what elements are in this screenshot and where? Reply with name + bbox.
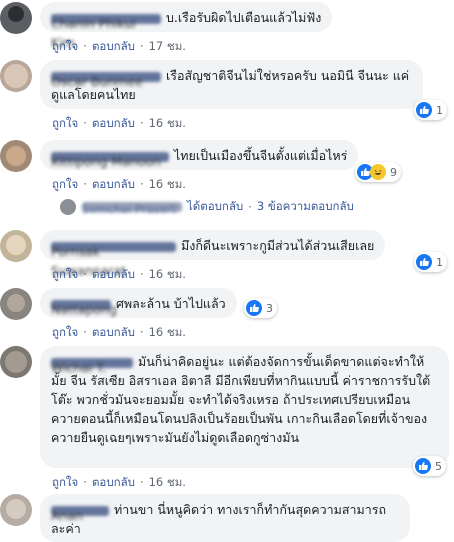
comment-time[interactable]: 16 ชม.	[149, 177, 186, 191]
like-link[interactable]: ถูกใจ	[52, 116, 78, 130]
comment-actions: ถูกใจ · ตอบกลับ · 16 ชม.	[52, 267, 186, 281]
comment-time[interactable]: 16 ชม.	[149, 116, 186, 130]
like-reaction-icon	[246, 300, 262, 316]
comment-actions: ถูกใจ · ตอบกลับ · 16 ชม.	[52, 116, 186, 130]
like-link[interactable]: ถูกใจ	[52, 177, 78, 191]
comment-text: มันก็น่าคิดอยู่นะ แต่ต้องจัดการขั้นเด็ดข…	[51, 354, 431, 445]
comment-text: มึงก็ดีนะเพราะกูมีส่วนได้ส่วนเสียเลย	[181, 238, 375, 253]
comment-actions: ถูกใจ · ตอบกลับ · 16 ชม.	[52, 325, 186, 339]
reply-link[interactable]: ตอบกลับ	[92, 39, 135, 53]
reaction-count: 1	[436, 103, 443, 117]
like-link[interactable]: ถูกใจ	[52, 39, 78, 53]
reply-link[interactable]: ตอบกลับ	[92, 177, 135, 191]
comment-actions: ถูกใจ · ตอบกลับ · 16 ชม.	[52, 475, 186, 489]
reply-link[interactable]: ตอบกลับ	[92, 116, 135, 130]
avatar[interactable]	[0, 346, 32, 378]
comment-author[interactable]: Oscar Bunmee	[51, 71, 161, 89]
haha-reaction-icon	[370, 164, 386, 180]
reply-link[interactable]: ตอบกลับ	[92, 475, 135, 489]
like-reaction-icon	[416, 102, 432, 118]
comment-bubble: Kittipong Manoon ไทยเป็นเมืองขึ้นจีนตั้งแ…	[40, 140, 359, 170]
avatar[interactable]	[0, 2, 32, 34]
comment-bubble: Wichai T. มันก็น่าคิดอยู่นะ แต่ต้องจัดการ…	[40, 346, 449, 468]
replied-label: ได้ตอบกลับ	[187, 199, 244, 213]
reaction-summary[interactable]: 9	[355, 162, 401, 182]
comment-bubble: Anan ท่านขา นี่หนูคิดว่า ทางเราก็ทำกันสุด…	[40, 494, 410, 542]
avatar[interactable]	[0, 60, 32, 92]
reply-avatar	[60, 199, 76, 215]
like-link[interactable]: ถูกใจ	[52, 267, 78, 281]
like-reaction-icon	[416, 254, 432, 270]
comment-author[interactable]: Chanin Phikul Kim	[51, 13, 161, 50]
avatar[interactable]	[0, 288, 32, 320]
comment-time[interactable]: 16 ชม.	[149, 267, 186, 281]
comment-author[interactable]: Kittipong Manoon	[51, 151, 169, 169]
reply-link[interactable]: ตอบกลับ	[92, 325, 135, 339]
reaction-summary[interactable]: 3	[244, 298, 277, 318]
reaction-summary[interactable]: 1	[414, 100, 447, 120]
reaction-count: 1	[436, 255, 443, 269]
comment-text: บ.เรือรับผิดไปเตือนแล้วไม่ฟัง	[166, 10, 322, 25]
reply-count: 3 ข้อความตอบกลับ	[256, 199, 354, 213]
comment-author[interactable]: Anan	[51, 505, 109, 523]
avatar[interactable]	[0, 140, 32, 172]
comment-time[interactable]: 16 ชม.	[149, 475, 186, 489]
like-reaction-icon	[415, 458, 431, 474]
reply-author: Somchai Prasert	[82, 202, 182, 216]
reaction-count: 3	[266, 301, 273, 315]
avatar[interactable]	[0, 230, 32, 262]
reaction-count: 9	[390, 165, 397, 179]
comment-actions: ถูกใจ · ตอบกลับ · 16 ชม.	[52, 177, 186, 191]
comment-author[interactable]: Pornsak Suwannarat	[51, 241, 176, 278]
comment-bubble: Pornsak Suwannarat มึงก็ดีนะเพราะกูมีส่วน…	[40, 230, 386, 278]
comment-author[interactable]: Wichai T.	[51, 357, 133, 375]
reply-link[interactable]: ตอบกลับ	[92, 267, 135, 281]
comment-bubble: Nattapongศพละล้าน บ้าไปแล้ว	[40, 288, 237, 318]
comment-bubble: Chanin Phikul Kim บ.เรือรับผิดไปเตือนแล้ว…	[40, 2, 333, 50]
view-replies[interactable]: Somchai Prasert ได้ตอบกลับ · 3 ข้อความตอ…	[60, 198, 354, 216]
comment-text: ศพละล้าน บ้าไปแล้ว	[116, 296, 226, 311]
comment-time[interactable]: 17 ชม.	[149, 39, 186, 53]
reaction-summary[interactable]: 5	[413, 456, 446, 476]
like-link[interactable]: ถูกใจ	[52, 475, 78, 489]
like-link[interactable]: ถูกใจ	[52, 325, 78, 339]
comment-time[interactable]: 16 ชม.	[149, 325, 186, 339]
comment-bubble: Oscar Bunmee เรือสัญชาติจีนไม่ใช่หรอครับ …	[40, 60, 423, 109]
comment-author[interactable]: Nattapong	[51, 299, 117, 317]
reaction-count: 5	[435, 459, 442, 473]
comment-actions: ถูกใจ · ตอบกลับ · 17 ชม.	[52, 39, 186, 53]
avatar[interactable]	[0, 494, 32, 526]
reaction-summary[interactable]: 1	[414, 252, 447, 272]
comment-text: ไทยเป็นเมืองขึ้นจีนตั้งแต่เมื่อไหร่	[174, 148, 348, 163]
